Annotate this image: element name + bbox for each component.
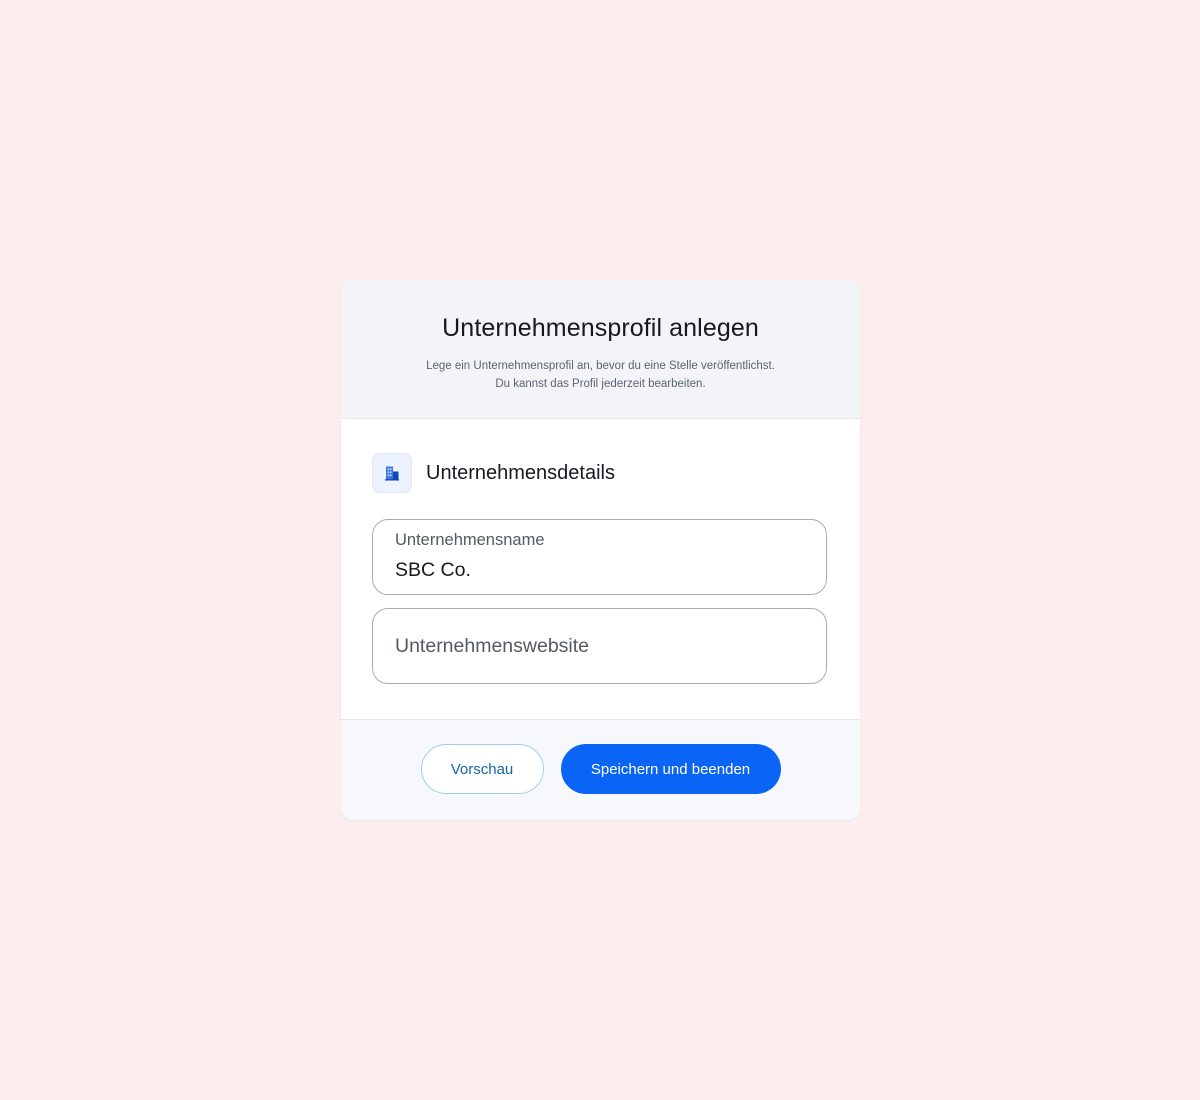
section-title: Unternehmensdetails bbox=[426, 461, 615, 484]
save-and-finish-button[interactable]: Speichern und beenden bbox=[560, 744, 781, 794]
dialog-header: Unternehmensprofil anlegen Lege ein Unte… bbox=[341, 280, 860, 419]
company-name-value[interactable]: SBC Co. bbox=[395, 559, 471, 582]
preview-button[interactable]: Vorschau bbox=[420, 744, 544, 794]
building-icon bbox=[372, 453, 412, 493]
dialog-footer: Vorschau Speichern und beenden bbox=[341, 719, 860, 820]
dialog-subtitle-line-1: Lege ein Unternehmensprofil an, bevor du… bbox=[426, 360, 775, 372]
dialog-body: Unternehmensdetails Unternehmensname SBC… bbox=[341, 419, 860, 719]
company-name-field[interactable]: Unternehmensname SBC Co. bbox=[372, 519, 827, 595]
company-website-placeholder: Unternehmenswebsite bbox=[395, 635, 590, 657]
company-website-field[interactable]: Unternehmenswebsite bbox=[372, 608, 827, 684]
dialog-subtitle-line-2: Du kannst das Profil jederzeit bearbeite… bbox=[495, 378, 706, 390]
section-header: Unternehmensdetails bbox=[372, 453, 827, 493]
dialog-title: Unternehmensprofil anlegen bbox=[442, 314, 759, 342]
company-name-label: Unternehmensname bbox=[395, 531, 545, 549]
dialog-subtitle: Lege ein Unternehmensprofil an, bevor du… bbox=[341, 357, 860, 393]
company-profile-dialog: Unternehmensprofil anlegen Lege ein Unte… bbox=[341, 280, 860, 820]
